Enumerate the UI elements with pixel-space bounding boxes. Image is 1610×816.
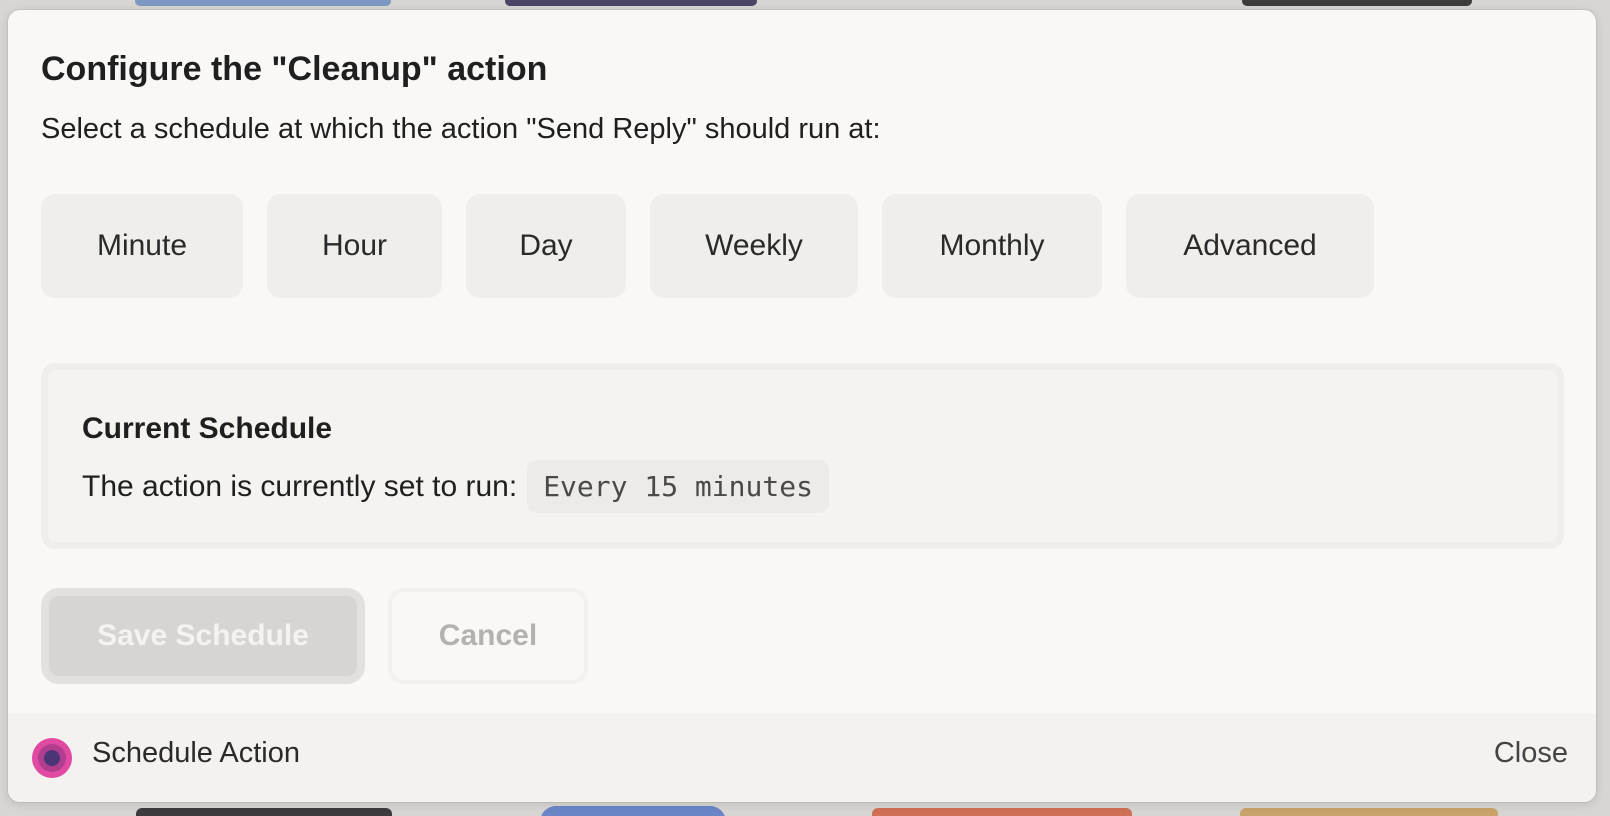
background-window-strip <box>872 808 1132 816</box>
background-window-strip <box>1242 0 1472 6</box>
schedule-option-monthly[interactable]: Monthly <box>882 194 1102 298</box>
current-schedule-value: Every 15 minutes <box>527 460 829 513</box>
schedule-dialog: Configure the "Cleanup" action Select a … <box>8 10 1596 802</box>
schedule-options: Minute Hour Day Weekly Monthly Advanced <box>41 194 1374 298</box>
app-orb-icon <box>32 738 72 778</box>
background-window-strip <box>1240 808 1498 816</box>
dialog-footer: Schedule Action Close <box>8 714 1596 802</box>
close-button[interactable]: Close <box>1494 737 1568 770</box>
current-schedule-description: The action is currently set to run: <box>82 469 518 503</box>
background-window-strip <box>505 0 757 6</box>
current-schedule-heading: Current Schedule <box>82 412 333 445</box>
background-window-strip <box>135 0 391 6</box>
schedule-option-advanced[interactable]: Advanced <box>1126 194 1374 298</box>
schedule-option-weekly[interactable]: Weekly <box>650 194 858 298</box>
background-window-strip <box>540 806 726 816</box>
schedule-option-hour[interactable]: Hour <box>267 194 442 298</box>
current-schedule-card: Current Schedule The action is currently… <box>41 363 1564 549</box>
current-schedule-row: The action is currently set to run: Ever… <box>82 460 829 513</box>
background-window-strip <box>136 808 392 816</box>
dialog-title: Configure the "Cleanup" action <box>41 50 548 88</box>
schedule-option-day[interactable]: Day <box>466 194 626 298</box>
schedule-option-minute[interactable]: Minute <box>41 194 243 298</box>
dialog-subtitle: Select a schedule at which the action "S… <box>41 113 881 145</box>
cancel-button[interactable]: Cancel <box>388 588 588 684</box>
save-schedule-button[interactable]: Save Schedule <box>41 588 365 684</box>
footer-title: Schedule Action <box>92 737 300 769</box>
